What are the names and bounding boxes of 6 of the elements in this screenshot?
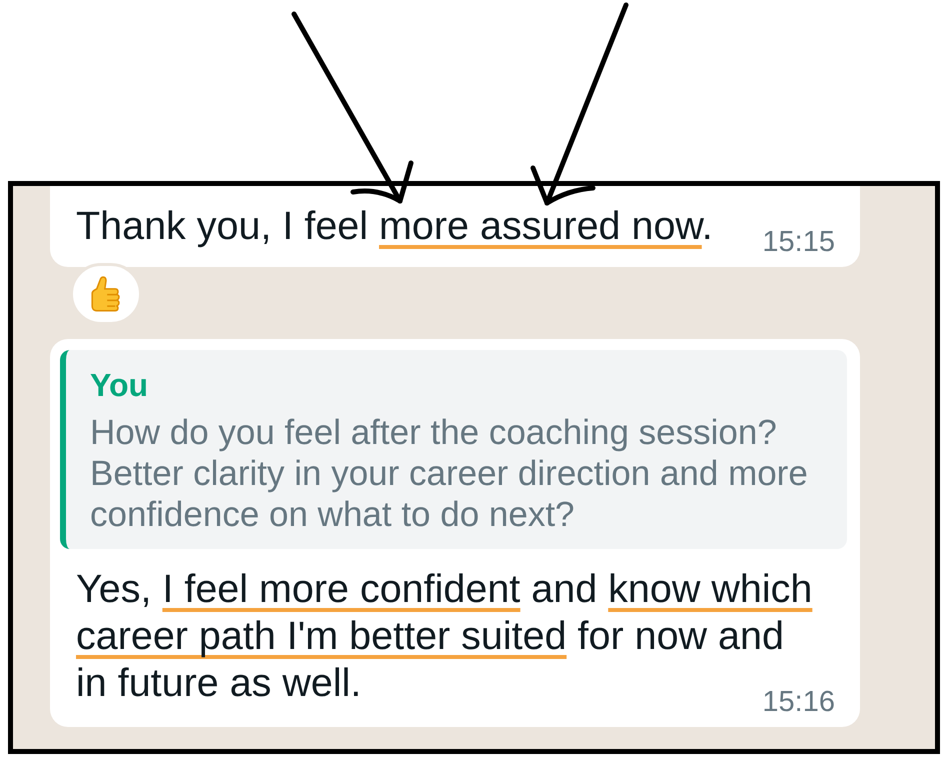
quoted-message[interactable]: You How do you feel after the coaching session? Better clarity in your career direction and more confidence on what to do next? [60, 350, 847, 549]
quote-author: You [90, 366, 150, 405]
message-text: Thank you, I feel more assured now. [76, 203, 713, 250]
message-time: 15:15 [762, 227, 835, 257]
quote-text: How do you feel after the coaching session? Better clarity in your career direction and more confidence on what to do next? [90, 412, 809, 535]
thumbs-up-icon [91, 275, 121, 313]
